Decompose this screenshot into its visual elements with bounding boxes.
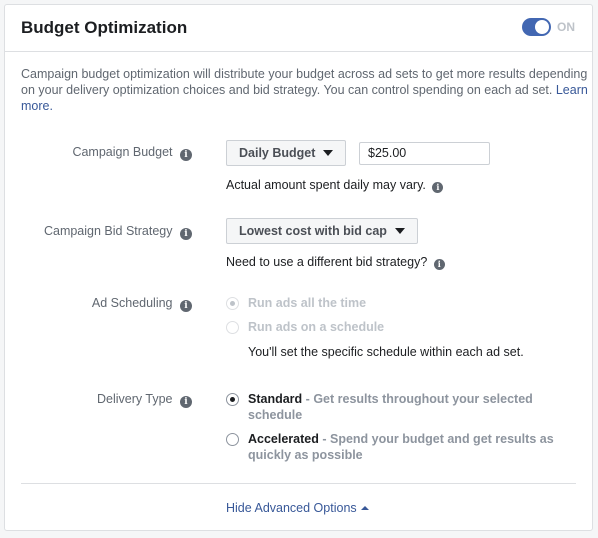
option-run-on-schedule: Run ads on a schedule [248,320,385,334]
budget-note: Actual amount spent daily may vary. i [226,178,444,193]
bid-strategy-label: Campaign Bid Strategy i [44,224,192,240]
toggle-state-label: ON [557,20,575,34]
budget-optimization-toggle[interactable] [522,18,551,36]
caret-up-icon [360,506,369,510]
budget-amount-input[interactable]: $25.00 [359,142,490,165]
radio-accelerated[interactable] [226,433,239,446]
option-run-all-the-time: Run ads all the time [248,296,367,310]
ad-scheduling-label: Ad Scheduling i [92,296,192,312]
bid-strategy-label-text: Campaign Bid Strategy [43,224,173,238]
hide-advanced-options-label: Hide Advanced Options [226,501,357,515]
dash-separator: - [322,432,330,446]
radio-run-on-schedule[interactable] [226,321,239,334]
panel-title: Budget Optimization [21,18,188,37]
info-icon[interactable]: i [433,259,445,270]
description-text: Campaign budget optimization will distri… [21,66,591,114]
radio-run-all-the-time[interactable] [226,297,239,310]
delivery-type-label-text: Delivery Type [97,392,173,406]
ad-scheduling-note: You'll set the specific schedule within … [248,345,524,359]
description-body: Campaign budget optimization will distri… [21,67,588,97]
bid-strategy-value: Lowest cost with bid cap [239,224,387,238]
campaign-budget-label-text: Campaign Budget [72,145,173,159]
info-icon[interactable]: i [180,300,192,312]
info-icon[interactable]: i [180,396,192,408]
standard-title: Standard [248,392,303,406]
bid-strategy-note: Need to use a different bid strategy? i [226,255,445,270]
bid-strategy-note-text: Need to use a different bid strategy? [226,255,428,269]
caret-down-icon [394,228,405,234]
option-standard: Standard - Get results throughout your s… [248,391,578,423]
bid-strategy-dropdown[interactable]: Lowest cost with bid cap [226,218,418,244]
option-accelerated: Accelerated - Spend your budget and get … [248,431,578,463]
info-icon[interactable]: i [180,228,192,240]
info-icon[interactable]: i [432,182,444,193]
budget-note-text: Actual amount spent daily may vary. [226,178,426,192]
hide-advanced-options-link[interactable]: Hide Advanced Options [226,501,369,515]
caret-down-icon [323,150,334,156]
budget-type-dropdown[interactable]: Daily Budget [226,140,347,166]
accelerated-title: Accelerated [248,432,319,446]
budget-type-value: Daily Budget [239,146,316,160]
ad-scheduling-label-text: Ad Scheduling [91,296,173,310]
info-icon[interactable]: i [180,149,192,161]
budget-optimization-panel: Budget Optimization ON Campaign budget o… [4,4,593,531]
radio-standard[interactable] [226,393,239,406]
campaign-budget-label: Campaign Budget i [72,145,192,161]
toggle-knob [535,20,549,34]
delivery-type-label: Delivery Type i [97,392,192,408]
footer-divider [21,483,576,484]
panel-header: Budget Optimization ON [5,5,592,52]
